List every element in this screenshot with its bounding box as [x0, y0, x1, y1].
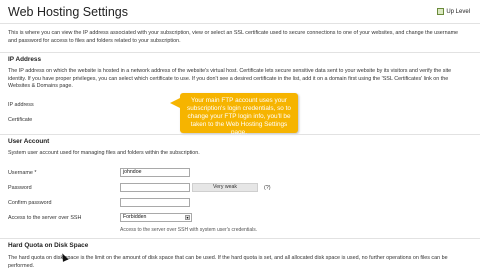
password-label: Password: [8, 185, 32, 191]
ssh-access-hint: Access to the server over SSH with syste…: [120, 227, 258, 233]
password-help-icon[interactable]: (?): [264, 185, 271, 191]
page-title: Web Hosting Settings: [8, 5, 128, 19]
up-level-label: Up Level: [446, 8, 470, 15]
ssh-access-value: Forbidden: [123, 214, 147, 220]
ip-address-label: IP address: [8, 102, 34, 108]
up-level-link[interactable]: Up Level: [437, 8, 470, 15]
username-label: Username *: [8, 170, 37, 176]
ip-section-heading: IP Address: [8, 56, 42, 63]
quota-section-heading: Hard Quota on Disk Space: [8, 242, 89, 249]
user-description: System user account used for managing fi…: [8, 150, 200, 156]
password-input[interactable]: [120, 183, 190, 192]
certificate-label: Certificate: [8, 117, 33, 123]
intro-text: This is where you can view the IP addres…: [8, 30, 459, 44]
password-strength-meter: Very weak: [192, 183, 258, 192]
ip-description: The IP address on which the website is h…: [8, 68, 452, 90]
username-input[interactable]: johndoe: [120, 168, 190, 177]
user-divider: [0, 134, 480, 135]
ssh-access-label: Access to the server over SSH: [8, 215, 82, 221]
ip-divider: [0, 52, 480, 53]
tutorial-callout: Your main FTP account uses your subscrip…: [170, 93, 298, 136]
confirm-password-input[interactable]: [120, 198, 190, 207]
chevron-down-icon: ▾: [185, 215, 190, 220]
confirm-password-label: Confirm password: [8, 200, 52, 206]
ssh-access-select[interactable]: Forbidden ▾: [120, 213, 192, 222]
user-section-heading: User Account: [8, 138, 50, 145]
quota-divider: [0, 238, 480, 239]
header-divider: [0, 23, 480, 24]
up-level-icon: [437, 8, 445, 15]
quota-description: The hard quota on disk space is the limi…: [8, 255, 448, 269]
